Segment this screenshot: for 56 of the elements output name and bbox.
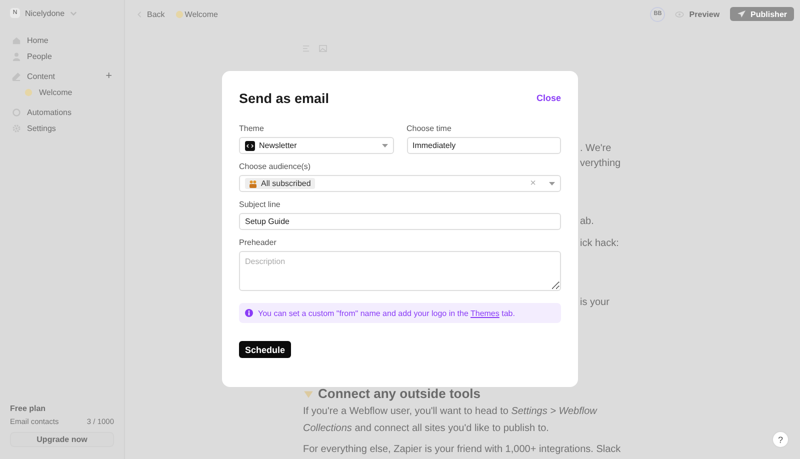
sidebar-item[interactable]: Content + <box>10 68 114 84</box>
paragraph: If you're a Webflow user, you'll want to head to Settings > Webflow Collections and connect all sites you'd like to publish to. <box>303 405 598 436</box>
field-label: Choose audience(s) <box>239 162 312 171</box>
person-icon <box>12 52 21 60</box>
preview-button[interactable]: Preview <box>675 10 720 18</box>
paragraph-fragment: . We're <box>580 142 612 156</box>
workspace-name[interactable]: Nicelydone <box>25 8 65 18</box>
eye-icon <box>675 10 684 18</box>
paragraph: For everything else, Zapier is your friend with 1,000+ integrations. Slack <box>303 443 622 457</box>
upgrade-button[interactable]: Upgrade now <box>10 432 114 447</box>
schedule-button[interactable]: Schedule <box>239 341 291 358</box>
sidebar-item[interactable]: Home <box>10 32 114 48</box>
sidebar-item[interactable]: Welcome <box>10 84 114 100</box>
time-field[interactable]: Immediately <box>406 137 561 154</box>
close-button[interactable]: Close <box>536 93 561 103</box>
paragraph-fragment: ick hack: <box>580 237 620 251</box>
back-link[interactable]: Back <box>137 10 165 18</box>
image-icon[interactable] <box>319 45 327 52</box>
sidebar-item[interactable]: Automations <box>10 104 114 120</box>
caret-icon <box>549 182 555 186</box>
help-button[interactable]: ? <box>772 431 789 448</box>
preheader-field[interactable]: Description <box>239 251 561 291</box>
pen-icon <box>12 72 21 80</box>
paragraph-fragment: is your <box>580 296 610 310</box>
info-icon <box>245 309 253 317</box>
subject-field[interactable]: Setup Guide <box>239 213 561 230</box>
section-heading: Connect any outside tools <box>318 386 481 401</box>
people-icon <box>249 180 257 188</box>
sidebar-item[interactable]: People <box>10 48 114 64</box>
info-text: You can set a custom "from" name and add your logo in the Themes tab. <box>258 308 515 318</box>
send-icon <box>736 10 746 18</box>
field-label: Theme <box>239 124 265 133</box>
plan-title: Free plan <box>10 404 47 413</box>
list-icon[interactable] <box>303 45 310 52</box>
clear-icon[interactable]: × <box>530 178 536 189</box>
theme-select[interactable]: Newsletter <box>239 137 394 154</box>
field-label: Subject line <box>239 200 282 209</box>
caret-icon <box>382 144 388 148</box>
page-title: Welcome <box>184 10 218 18</box>
publish-button[interactable]: Publisher <box>730 7 794 21</box>
modal-title: Send as email <box>239 90 330 106</box>
audience-select[interactable]: All subscribed × <box>239 175 561 192</box>
field-label: Choose time <box>406 124 452 133</box>
paragraph-fragment: verything <box>580 157 622 171</box>
home-icon <box>12 36 21 44</box>
settings-icon <box>12 124 21 132</box>
themes-link[interactable]: Themes <box>470 308 500 318</box>
audience-chip[interactable]: All subscribed <box>245 178 315 189</box>
paragraph-fragment: ab. <box>580 215 595 229</box>
chevron-down-icon[interactable] <box>70 10 77 16</box>
sidebar-item[interactable]: Settings <box>10 120 114 136</box>
cycle-icon <box>12 108 21 116</box>
field-label: Preheader <box>239 238 278 247</box>
add-button[interactable]: + <box>106 70 112 82</box>
chevron-left-icon <box>137 10 142 18</box>
code-icon <box>245 140 255 150</box>
